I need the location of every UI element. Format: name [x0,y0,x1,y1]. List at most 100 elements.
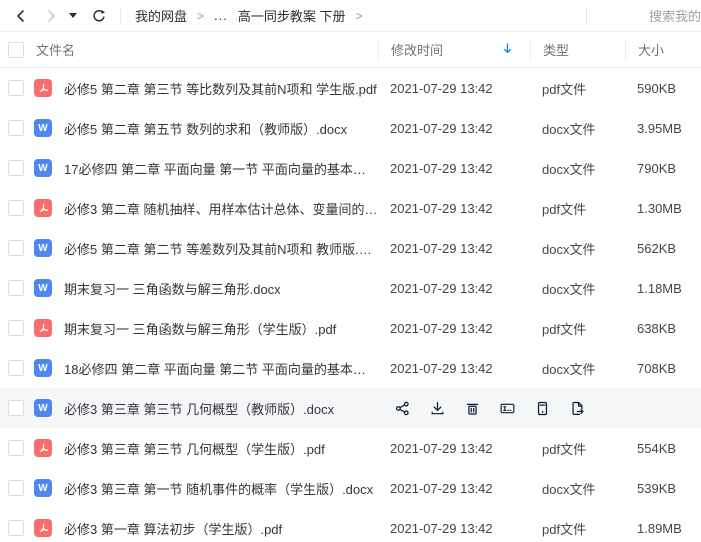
download-icon [429,400,446,417]
column-header-name[interactable]: 文件名 [36,32,378,67]
rename-button[interactable] [498,399,516,417]
file-modified-time: 2021-07-29 13:42 [378,441,530,456]
table-row[interactable]: W 17必修四 第二章 平面向量 第一节 平面向量的基本概念... 2021-0… [0,148,701,188]
file-modified-time: 2021-07-29 13:42 [378,281,530,296]
table-row[interactable]: 必修3 第三章 第三节 几何概型（学生版）.pdf 2021-07-29 13:… [0,428,701,468]
row-hover-actions [378,399,701,417]
file-modified-time: 2021-07-29 13:42 [378,241,530,256]
file-name[interactable]: 必修5 第二章 第二节 等差数列及其前N项和 教师版.docx [64,239,378,258]
file-modified-time: 2021-07-29 13:42 [378,161,530,176]
share-button[interactable] [393,399,411,417]
table-row[interactable]: W 必修3 第三章 第一节 随机事件的概率（学生版）.docx 2021-07-… [0,468,701,508]
file-size: 1.30MB [625,201,701,216]
back-button[interactable] [10,5,32,27]
docx-file-icon: W [34,359,52,377]
table-row[interactable]: W 必修3 第三章 第三节 几何概型（教师版）.docx [0,388,701,428]
file-name[interactable]: 期末复习一 三角函数与解三角形（学生版）.pdf [64,319,378,338]
save-to-device-icon [534,400,551,417]
file-size: 554KB [625,441,701,456]
file-name[interactable]: 必修5 第二章 第五节 数列的求和（教师版）.docx [64,119,378,138]
refresh-icon [91,8,107,24]
file-size: 590KB [625,81,701,96]
delete-button[interactable] [463,399,481,417]
column-header-size[interactable]: 大小 [625,40,701,60]
table-row[interactable]: 必修3 第一章 算法初步（学生版）.pdf 2021-07-29 13:42 p… [0,508,701,542]
file-name[interactable]: 必修3 第三章 第三节 几何概型（教师版）.docx [64,399,378,418]
file-type: pdf文件 [530,79,625,98]
history-dropdown-button[interactable] [62,5,84,27]
pdf-file-icon [34,519,52,537]
docx-file-icon: W [34,159,52,177]
breadcrumb-collapsed[interactable]: ... [214,8,228,23]
file-list: 必修5 第二章 第三节 等比数列及其前N项和 学生版.pdf 2021-07-2… [0,68,701,542]
dropdown-caret-icon [69,13,77,18]
table-row[interactable]: 必修3 第二章 随机抽样、用样本估计总体、变量间的相关... 2021-07-2… [0,188,701,228]
row-checkbox[interactable] [8,160,24,176]
table-row[interactable]: W 期末复习一 三角函数与解三角形.docx 2021-07-29 13:42 … [0,268,701,308]
row-checkbox[interactable] [8,480,24,496]
row-checkbox[interactable] [8,280,24,296]
file-size: 562KB [625,241,701,256]
file-type: docx文件 [530,159,625,178]
row-checkbox[interactable] [8,440,24,456]
file-type: docx文件 [530,359,625,378]
row-checkbox[interactable] [8,240,24,256]
table-row[interactable]: 必修5 第二章 第三节 等比数列及其前N项和 学生版.pdf 2021-07-2… [0,68,701,108]
row-checkbox[interactable] [8,360,24,376]
select-all-checkbox[interactable] [8,42,24,58]
file-modified-time: 2021-07-29 13:42 [378,481,530,496]
forward-button[interactable] [40,5,62,27]
row-checkbox[interactable] [8,320,24,336]
column-header-type[interactable]: 类型 [530,40,625,60]
row-checkbox[interactable] [8,200,24,216]
file-type: docx文件 [530,279,625,298]
file-modified-time: 2021-07-29 13:42 [378,321,530,336]
table-row[interactable]: W 必修5 第二章 第五节 数列的求和（教师版）.docx 2021-07-29… [0,108,701,148]
file-modified-time: 2021-07-29 13:42 [378,81,530,96]
table-row[interactable]: 期末复习一 三角函数与解三角形（学生版）.pdf 2021-07-29 13:4… [0,308,701,348]
file-modified-time: 2021-07-29 13:42 [378,521,530,536]
file-name[interactable]: 必修3 第三章 第三节 几何概型（学生版）.pdf [64,439,378,458]
docx-file-icon: W [34,119,52,137]
file-type: pdf文件 [530,199,625,218]
file-name[interactable]: 期末复习一 三角函数与解三角形.docx [64,279,378,298]
forward-icon [43,8,59,24]
row-checkbox[interactable] [8,400,24,416]
copy-move-button[interactable] [568,399,586,417]
file-size: 708KB [625,361,701,376]
toolbar-divider [120,8,121,24]
file-name[interactable]: 必修3 第一章 算法初步（学生版）.pdf [64,519,378,538]
table-row[interactable]: W 必修5 第二章 第二节 等差数列及其前N项和 教师版.docx 2021-0… [0,228,701,268]
pdf-file-icon [34,199,52,217]
search-divider [586,8,587,24]
row-checkbox[interactable] [8,520,24,536]
sort-desc-icon[interactable] [501,42,514,58]
file-name[interactable]: 必修3 第三章 第一节 随机事件的概率（学生版）.docx [64,479,378,498]
save-to-device-button[interactable] [533,399,551,417]
search-input[interactable]: 搜索我的 [649,6,701,25]
file-size: 790KB [625,161,701,176]
pdf-file-icon [34,319,52,337]
table-row[interactable]: W 18必修四 第二章 平面向量 第二节 平面向量的基本定理... 2021-0… [0,348,701,388]
file-size: 1.89MB [625,521,701,536]
breadcrumb-my-drive[interactable]: 我的网盘 [135,6,187,25]
download-button[interactable] [428,399,446,417]
file-size: 638KB [625,321,701,336]
row-checkbox[interactable] [8,80,24,96]
toolbar: 我的网盘 > ... 高一同步教案 下册 > 搜索我的 [0,0,701,32]
row-checkbox[interactable] [8,120,24,136]
file-name[interactable]: 必修3 第二章 随机抽样、用样本估计总体、变量间的相关... [64,199,378,218]
breadcrumb: 我的网盘 > ... 高一同步教案 下册 > [135,6,363,25]
column-header-modified-label: 修改时间 [391,40,443,59]
file-name[interactable]: 必修5 第二章 第三节 等比数列及其前N项和 学生版.pdf [64,79,378,98]
file-name[interactable]: 18必修四 第二章 平面向量 第二节 平面向量的基本定理... [64,359,378,378]
refresh-button[interactable] [88,5,110,27]
back-icon [13,8,29,24]
column-header-modified[interactable]: 修改时间 [378,40,530,60]
docx-file-icon: W [34,399,52,417]
rename-icon [499,400,516,417]
breadcrumb-current-folder[interactable]: 高一同步教案 下册 [238,6,346,25]
file-name[interactable]: 17必修四 第二章 平面向量 第一节 平面向量的基本概念... [64,159,378,178]
delete-icon [464,400,481,417]
file-type: docx文件 [530,479,625,498]
